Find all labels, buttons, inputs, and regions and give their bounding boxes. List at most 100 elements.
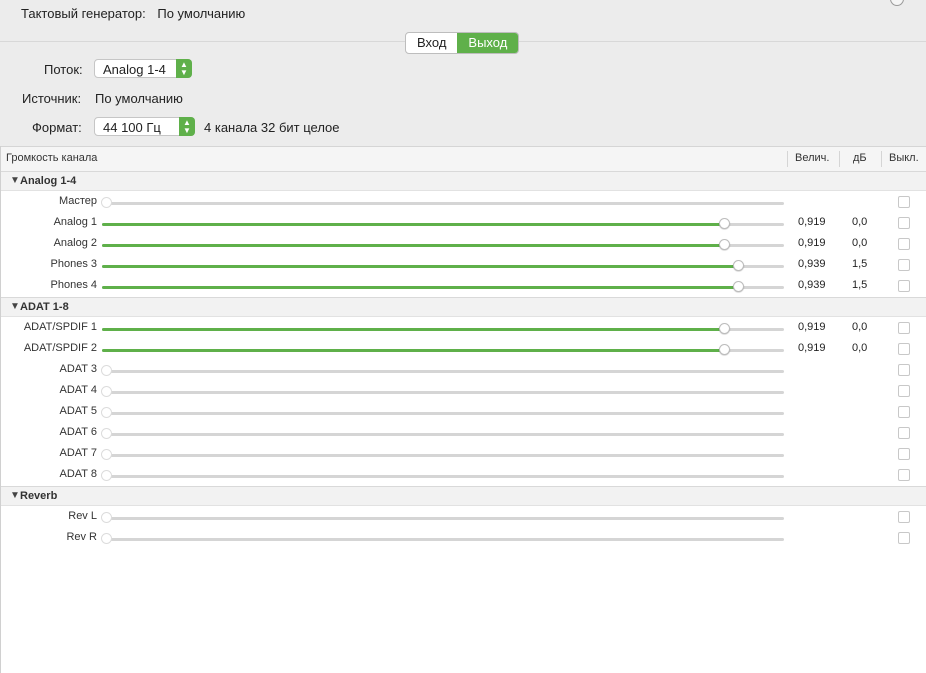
stream-select[interactable]: Analog 1-4 ▲ ▼ xyxy=(94,59,192,78)
channel-value: 0,939 xyxy=(798,258,826,270)
clock-source-label: Тактовый генератор: xyxy=(21,6,146,21)
column-header-name[interactable]: Громкость канала xyxy=(6,147,97,170)
channel-name: ADAT 6 xyxy=(59,426,98,438)
volume-slider[interactable] xyxy=(102,281,784,292)
volume-slider[interactable] xyxy=(101,197,784,208)
help-icon[interactable] xyxy=(890,0,904,6)
mute-checkbox[interactable] xyxy=(898,196,910,208)
group-name: Analog 1-4 xyxy=(20,175,77,187)
mute-checkbox[interactable] xyxy=(898,280,910,292)
volume-slider-knob[interactable] xyxy=(101,470,112,481)
volume-slider[interactable] xyxy=(101,365,784,376)
clock-source-value[interactable]: По умолчанию xyxy=(157,6,245,21)
channel-row: Analog 2 0,919 0,0 xyxy=(1,234,926,255)
channel-row: Phones 3 0,939 1,5 xyxy=(1,255,926,276)
source-label: Источник: xyxy=(22,91,82,106)
channel-db: 0,0 xyxy=(852,237,868,249)
group-row[interactable]: ▼ Reverb xyxy=(1,486,926,506)
channel-name: ADAT 4 xyxy=(59,384,98,396)
channel-db: 1,5 xyxy=(852,279,868,291)
mute-checkbox[interactable] xyxy=(898,322,910,334)
volume-slider[interactable] xyxy=(102,218,784,229)
volume-slider[interactable] xyxy=(101,407,784,418)
volume-slider-knob[interactable] xyxy=(719,218,730,229)
volume-slider-knob[interactable] xyxy=(733,281,744,292)
column-separator xyxy=(881,151,882,167)
channel-name: ADAT/SPDIF 2 xyxy=(23,342,97,354)
channel-value: 0,919 xyxy=(798,342,826,354)
mute-checkbox[interactable] xyxy=(898,511,910,523)
volume-slider-knob[interactable] xyxy=(101,533,112,544)
volume-slider-fill xyxy=(102,244,725,247)
mute-checkbox[interactable] xyxy=(898,217,910,229)
volume-slider[interactable] xyxy=(101,386,784,397)
volume-slider-fill xyxy=(102,223,725,226)
volume-slider-knob[interactable] xyxy=(101,365,112,376)
chevron-updown-icon: ▲ ▼ xyxy=(176,59,192,78)
volume-slider[interactable] xyxy=(102,239,784,250)
volume-slider-knob[interactable] xyxy=(101,449,112,460)
column-header-mute[interactable]: Выкл. xyxy=(889,147,919,170)
channel-row: ADAT 5 xyxy=(1,402,926,423)
volume-slider[interactable] xyxy=(102,323,784,334)
volume-slider[interactable] xyxy=(102,344,784,355)
mute-checkbox[interactable] xyxy=(898,259,910,271)
column-header-db[interactable]: дБ xyxy=(853,147,867,170)
volume-slider-knob[interactable] xyxy=(101,407,112,418)
mute-checkbox[interactable] xyxy=(898,406,910,418)
volume-slider-knob[interactable] xyxy=(733,260,744,271)
volume-slider[interactable] xyxy=(102,260,784,271)
volume-slider-knob[interactable] xyxy=(101,197,112,208)
stream-label: Поток: xyxy=(44,62,83,77)
table-header: Громкость канала Велич. дБ Выкл. xyxy=(1,146,926,173)
tab-input[interactable]: Вход xyxy=(406,33,457,53)
volume-slider[interactable] xyxy=(101,428,784,439)
channel-volume-table: Громкость канала Велич. дБ Выкл. ▼ Analog… xyxy=(0,146,926,673)
mute-checkbox[interactable] xyxy=(898,448,910,460)
volume-slider-knob[interactable] xyxy=(101,386,112,397)
mute-checkbox[interactable] xyxy=(898,532,910,544)
channel-row: ADAT 4 xyxy=(1,381,926,402)
channel-row: Rev R xyxy=(1,528,926,549)
group-name: Reverb xyxy=(20,490,58,502)
volume-slider-knob[interactable] xyxy=(719,344,730,355)
volume-slider-fill xyxy=(102,265,739,268)
volume-slider[interactable] xyxy=(101,449,784,460)
column-separator xyxy=(787,151,788,167)
volume-slider[interactable] xyxy=(101,512,784,523)
mute-checkbox[interactable] xyxy=(898,364,910,376)
volume-slider-knob[interactable] xyxy=(101,428,112,439)
channel-name: Phones 3 xyxy=(50,258,97,270)
mute-checkbox[interactable] xyxy=(898,385,910,397)
format-select-value: 44 100 Гц xyxy=(103,120,161,135)
volume-slider[interactable] xyxy=(101,533,784,544)
format-detail: 4 канала 32 бит целое xyxy=(204,120,340,135)
group-row[interactable]: ▼ Analog 1-4 xyxy=(1,171,926,191)
mute-checkbox[interactable] xyxy=(898,427,910,439)
mute-checkbox[interactable] xyxy=(898,343,910,355)
channel-name: ADAT 3 xyxy=(59,363,98,375)
column-header-value[interactable]: Велич. xyxy=(795,147,829,170)
group-row[interactable]: ▼ ADAT 1-8 xyxy=(1,297,926,317)
channel-row: Phones 4 0,939 1,5 xyxy=(1,276,926,297)
channel-name: Rev R xyxy=(66,531,97,543)
channel-name: Analog 1 xyxy=(53,216,97,228)
channel-name: Analog 2 xyxy=(53,237,97,249)
channel-name: ADAT/SPDIF 1 xyxy=(23,321,97,333)
triangle-down-icon[interactable]: ▼ xyxy=(10,490,20,501)
channel-row: ADAT 8 xyxy=(1,465,926,486)
volume-slider-knob[interactable] xyxy=(719,323,730,334)
volume-slider-knob[interactable] xyxy=(101,512,112,523)
volume-slider-knob[interactable] xyxy=(719,239,730,250)
channel-name: ADAT 8 xyxy=(59,468,98,480)
tab-output[interactable]: Выход xyxy=(457,33,519,53)
format-select[interactable]: 44 100 Гц ▲ ▼ xyxy=(94,117,195,136)
channel-value: 0,919 xyxy=(798,237,826,249)
mute-checkbox[interactable] xyxy=(898,238,910,250)
volume-slider-fill xyxy=(102,349,725,352)
volume-slider[interactable] xyxy=(101,470,784,481)
mute-checkbox[interactable] xyxy=(898,469,910,481)
triangle-down-icon[interactable]: ▼ xyxy=(10,175,20,186)
triangle-down-icon[interactable]: ▼ xyxy=(10,301,20,312)
settings-panel: Тактовый генератор: По умолчанию Вход Вы… xyxy=(0,0,926,146)
